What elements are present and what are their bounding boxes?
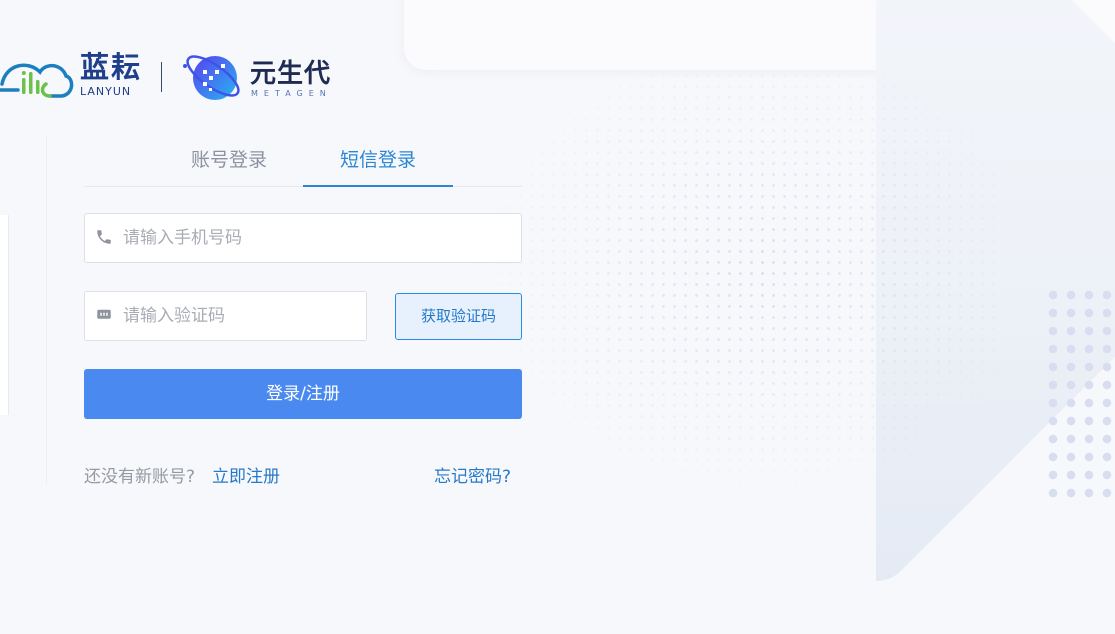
metagen-brand-subtitle: METAGEN bbox=[251, 89, 332, 98]
lanyun-brand-subtitle: LANYUN bbox=[80, 85, 132, 98]
message-code-icon bbox=[97, 309, 111, 319]
forgot-password-link[interactable]: 忘记密码? bbox=[434, 462, 511, 487]
lanyun-logo-icon bbox=[0, 63, 74, 98]
tab-sms-login[interactable]: 短信登录 bbox=[303, 140, 453, 187]
phone-icon bbox=[97, 230, 111, 244]
phone-input[interactable] bbox=[123, 214, 511, 262]
register-link[interactable]: 立即注册 bbox=[212, 462, 280, 487]
lanyun-brand-name: 蓝耘 bbox=[80, 50, 143, 84]
left-edge-panel bbox=[0, 215, 9, 415]
background-dot-pattern bbox=[460, 70, 1000, 510]
vertical-divider bbox=[46, 135, 47, 485]
metagen-brand-name: 元生代 bbox=[250, 59, 332, 89]
tab-account-login[interactable]: 账号登录 bbox=[154, 140, 304, 186]
no-account-text: 还没有新账号? bbox=[84, 467, 196, 487]
decorative-dot-grid bbox=[1044, 286, 1115, 502]
login-register-button[interactable]: 登录/注册 bbox=[84, 369, 522, 419]
logo-separator bbox=[161, 62, 162, 92]
verification-code-input[interactable] bbox=[123, 292, 356, 340]
brand-logos: 蓝耘 LANYUN 元生代 METAGEN bbox=[0, 48, 360, 108]
verification-code-field bbox=[84, 291, 367, 341]
metagen-logo-icon bbox=[183, 55, 240, 100]
login-tabs: 账号登录 短信登录 bbox=[84, 140, 522, 187]
get-code-button[interactable]: 获取验证码 bbox=[395, 293, 522, 340]
phone-field bbox=[84, 213, 522, 263]
login-footer: 还没有新账号? 立即注册 忘记密码? bbox=[84, 462, 524, 487]
